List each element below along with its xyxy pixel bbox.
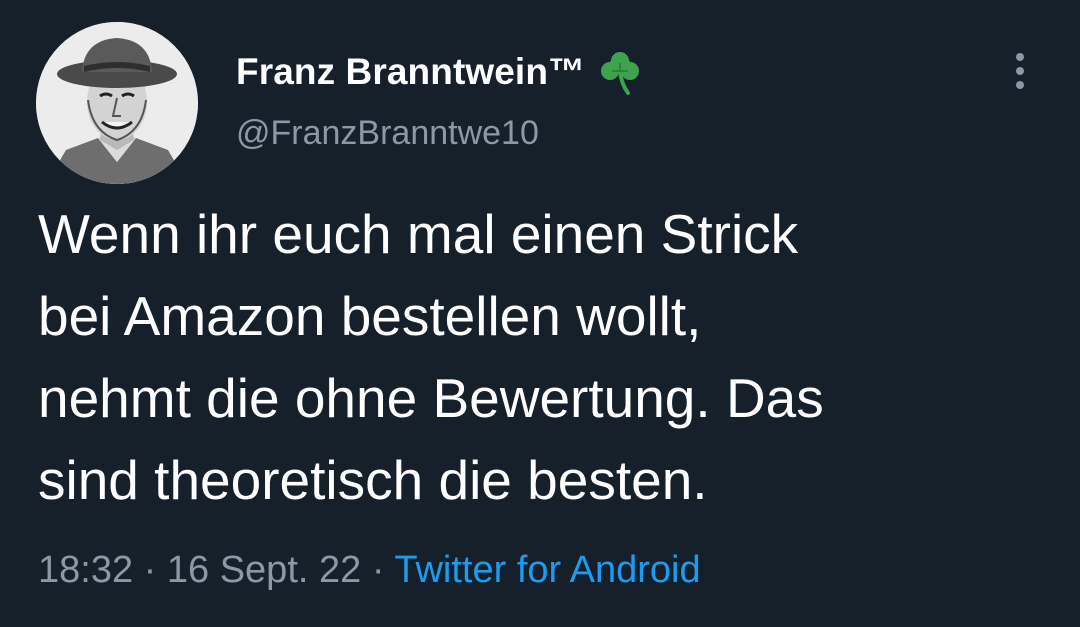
tweet-text-line: Wenn ihr euch mal einen Strick <box>38 203 799 265</box>
display-name[interactable]: Franz Branntwein™ <box>236 51 585 93</box>
tweet-time[interactable]: 18:32 <box>38 549 133 591</box>
avatar-photo-icon <box>36 22 198 184</box>
tweet-text-line: sind theoretisch die besten. <box>38 449 708 511</box>
author-handle[interactable]: @FranzBranntwe10 <box>236 114 539 153</box>
meta-separator: · <box>143 549 157 591</box>
more-options-button[interactable] <box>1000 46 1040 96</box>
tweet-meta: 18:32 · 16 Sept. 22 · Twitter for Androi… <box>38 545 701 595</box>
tweet-text-line: bei Amazon bestellen wollt, <box>38 285 702 347</box>
tweet-source-link[interactable]: Twitter for Android <box>394 549 700 591</box>
more-vertical-icon-dot-2 <box>1016 67 1024 75</box>
more-vertical-icon <box>1016 53 1024 61</box>
more-vertical-icon-dot-3 <box>1016 81 1024 89</box>
meta-separator: · <box>371 549 385 591</box>
display-name-row: Franz Branntwein™ <box>236 46 645 98</box>
tweet-text: Wenn ihr euch mal einen Strick bei Amazo… <box>38 193 1048 521</box>
shamrock-icon <box>595 47 645 97</box>
tweet-text-line: nehmt die ohne Bewertung. Das <box>38 367 824 429</box>
tweet-date[interactable]: 16 Sept. 22 <box>167 549 361 591</box>
author-avatar[interactable] <box>36 22 198 184</box>
tweet-card: Franz Branntwein™ @FranzBranntwe10 Wenn … <box>0 0 1080 627</box>
